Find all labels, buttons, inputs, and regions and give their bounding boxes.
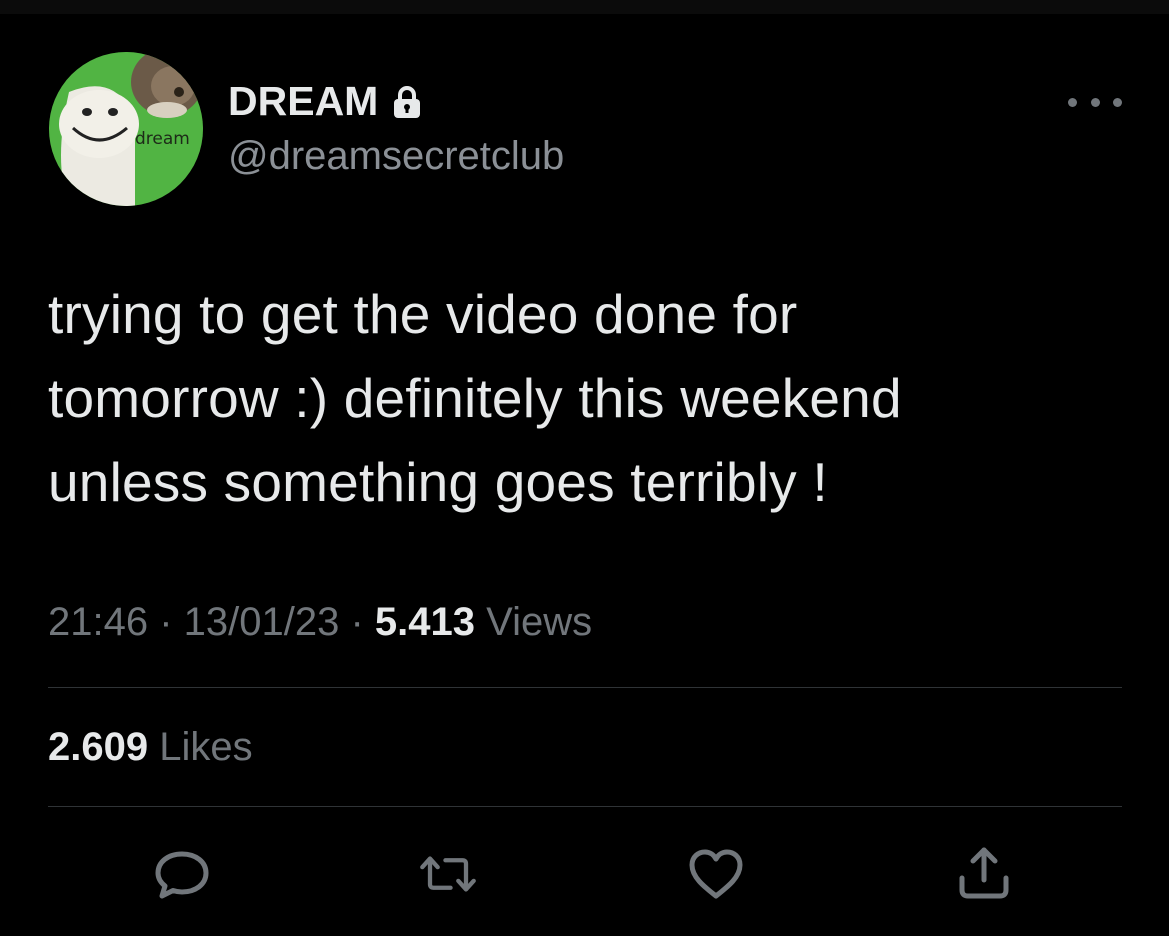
handle[interactable]: @dreamsecretclub [228,134,564,179]
lock-icon [392,85,422,119]
tweet-time[interactable]: 21:46 [48,600,148,644]
retweet-button[interactable] [418,846,478,902]
like-button[interactable] [686,846,746,902]
tweet-text: trying to get the video done for tomorro… [48,272,1128,524]
tweet-date[interactable]: 13/01/23 [184,600,340,644]
top-bar [0,0,1169,14]
display-name-row[interactable]: DREAM [228,78,422,125]
views-count: 5.413 [374,600,476,644]
more-dot [1090,97,1100,107]
likes-count: 2.609 [48,725,149,769]
share-icon [959,847,1009,899]
tweet-line: tomorrow :) definitely this weekend [48,367,902,429]
more-options-icon[interactable] [1068,90,1122,114]
likes-label: Likes [148,725,253,769]
like-icon [689,849,743,899]
more-dot [1068,97,1077,107]
tweet-line: unless something goes terribly ! [48,451,828,513]
more-dot [1113,97,1122,107]
views-label: Views [475,600,593,644]
tweet-line: trying to get the video done for [48,283,798,345]
avatar-image: dream [49,52,203,206]
divider [48,687,1122,688]
retweet-icon [420,856,476,892]
avatar[interactable]: dream [49,52,203,206]
share-button[interactable] [954,846,1014,902]
reply-button[interactable] [152,846,212,902]
meta-separator: · [339,600,375,644]
likes-stat[interactable]: 2.609 Likes [48,725,253,770]
reply-icon [155,851,209,899]
tweet-meta: 21:46 · 13/01/23 · 5.413 Views [48,600,592,645]
avatar-label: dream [135,129,190,149]
display-name[interactable]: DREAM [228,78,378,125]
divider [48,806,1122,807]
meta-separator: · [148,600,184,644]
